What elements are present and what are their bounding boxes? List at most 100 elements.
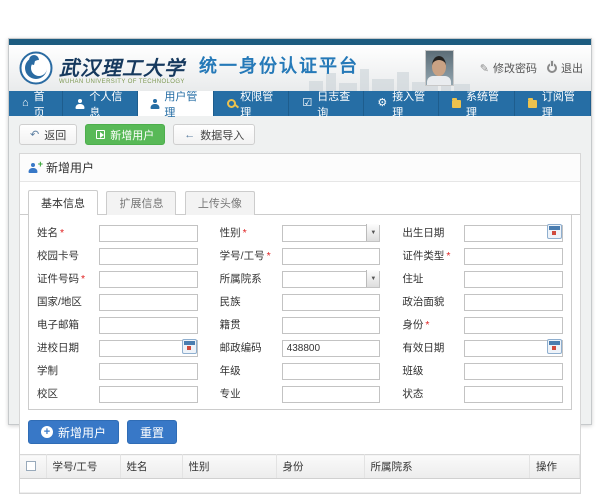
empty-table-row	[20, 479, 580, 493]
field-birth-date: 出生日期	[402, 223, 563, 242]
id-type-input[interactable]	[464, 248, 563, 265]
reset-label: 重置	[140, 424, 164, 441]
calendar-icon[interactable]	[547, 224, 562, 239]
field-label: 邮政编码	[220, 342, 262, 354]
header-titles: 武汉理工大学 WUHAN UNIVERSITY OF TECHNOLOGY 统一…	[59, 52, 359, 85]
field-label: 证件类型	[402, 250, 444, 262]
nav-tab-permission-management[interactable]: 权限管理	[214, 91, 290, 116]
undo-arrow-icon: ↶	[30, 128, 39, 141]
address-input[interactable]	[464, 271, 563, 288]
university-name-cn: 武汉理工大学	[59, 52, 185, 81]
field-label: 身份	[402, 319, 423, 331]
platform-title: 统一身份认证平台	[199, 52, 359, 78]
calendar-icon[interactable]	[182, 339, 197, 354]
required-mark: *	[267, 250, 271, 262]
field-email: 电子邮箱	[37, 315, 198, 334]
required-mark: *	[81, 273, 85, 285]
field-country: 国家/地区	[37, 292, 198, 311]
select-all-checkbox[interactable]	[26, 461, 36, 471]
nav-tab-access-management[interactable]: ⚙接入管理	[364, 91, 439, 116]
university-name-en: WUHAN UNIVERSITY OF TECHNOLOGY	[59, 79, 185, 85]
dropdown-arrow-icon[interactable]: ▼	[366, 224, 379, 241]
calendar-icon[interactable]	[547, 339, 562, 354]
education-length-input[interactable]	[99, 363, 198, 380]
add-user-toolbar-button[interactable]: 新增用户	[85, 124, 165, 145]
table-header-row: 学号/工号 姓名 性别 身份 所属院系 操作	[20, 455, 580, 479]
nav-tab-user-management[interactable]: 用户管理	[138, 91, 213, 116]
nav-tab-label: 订阅管理	[542, 88, 577, 120]
postal-code-input[interactable]	[282, 340, 381, 357]
header: 武汉理工大学 WUHAN UNIVERSITY OF TECHNOLOGY 统一…	[9, 45, 591, 91]
toolbar: ↶返回 新增用户 ←数据导入	[19, 124, 581, 145]
field-entry-date: 进校日期	[37, 338, 198, 357]
required-mark: *	[425, 319, 429, 331]
main-nav: ⌂首页 个人信息 用户管理 权限管理 ☑日志查询 ⚙接入管理 系统管理 订阅管理	[9, 91, 591, 116]
campus-card-input[interactable]	[99, 248, 198, 265]
nav-tab-subscription-management[interactable]: 订阅管理	[515, 91, 591, 116]
field-valid-date: 有效日期	[402, 338, 563, 357]
nav-tab-system-management[interactable]: 系统管理	[439, 91, 515, 116]
nav-tab-label: 系统管理	[466, 88, 501, 120]
dropdown-arrow-icon[interactable]: ▼	[366, 270, 379, 287]
person-icon	[151, 99, 159, 109]
nav-tab-log-query[interactable]: ☑日志查询	[289, 91, 364, 116]
field-identity: 身份*	[402, 315, 563, 334]
class-input[interactable]	[464, 363, 563, 380]
tab-basic-info[interactable]: 基本信息	[28, 190, 98, 215]
users-table: 学号/工号 姓名 性别 身份 所属院系 操作	[20, 454, 580, 493]
tab-extended-info[interactable]: 扩展信息	[106, 191, 176, 215]
field-label: 进校日期	[37, 342, 79, 354]
submit-add-user-button[interactable]: +新增用户	[28, 420, 119, 444]
political-status-input[interactable]	[464, 294, 563, 311]
required-mark: *	[446, 250, 450, 262]
field-major: 专业	[220, 384, 381, 403]
change-password-label: 修改密码	[493, 60, 537, 76]
ethnicity-input[interactable]	[282, 294, 381, 311]
folder-icon	[452, 100, 461, 108]
campus-input[interactable]	[99, 386, 198, 403]
status-input[interactable]	[464, 386, 563, 403]
user-avatar[interactable]	[425, 50, 454, 86]
nav-tab-home[interactable]: ⌂首页	[9, 91, 63, 116]
field-label: 民族	[220, 296, 241, 308]
nav-tab-label: 接入管理	[392, 88, 425, 120]
required-mark: *	[243, 227, 247, 239]
field-gender: 性别*▼	[220, 223, 381, 242]
back-button[interactable]: ↶返回	[19, 124, 77, 145]
email-input[interactable]	[99, 317, 198, 334]
panel-tabs: 基本信息 扩展信息 上传头像	[20, 182, 580, 215]
country-input[interactable]	[99, 294, 198, 311]
field-label: 学制	[37, 365, 58, 377]
reset-button[interactable]: 重置	[127, 420, 177, 444]
field-postal-code: 邮政编码	[220, 338, 381, 357]
left-arrow-icon: ←	[184, 129, 195, 141]
logout-link[interactable]: 退出	[547, 60, 583, 76]
tab-upload-avatar[interactable]: 上传头像	[185, 191, 255, 215]
identity-input[interactable]	[464, 317, 563, 334]
gear-icon: ⚙	[377, 98, 387, 109]
major-input[interactable]	[282, 386, 381, 403]
native-place-input[interactable]	[282, 317, 381, 334]
nav-tab-personal-info[interactable]: 个人信息	[63, 91, 138, 116]
col-department: 所属院系	[364, 455, 530, 479]
field-class: 班级	[402, 361, 563, 380]
change-password-link[interactable]: ✎ 修改密码	[480, 60, 537, 76]
field-label: 校区	[37, 388, 58, 400]
field-label: 状态	[402, 388, 423, 400]
nav-tab-label: 用户管理	[164, 88, 199, 120]
field-education-length: 学制	[37, 361, 198, 380]
field-label: 住址	[402, 273, 423, 285]
col-name: 姓名	[120, 455, 182, 479]
nav-tab-label: 日志查询	[317, 88, 350, 120]
id-number-input[interactable]	[99, 271, 198, 288]
logout-label: 退出	[561, 60, 583, 76]
name-input[interactable]	[99, 225, 198, 242]
grade-input[interactable]	[282, 363, 381, 380]
new-user-icon	[96, 130, 105, 139]
data-import-button[interactable]: ←数据导入	[173, 124, 255, 145]
field-student-id: 学号/工号*	[220, 246, 381, 265]
col-gender: 性别	[182, 455, 276, 479]
home-icon: ⌂	[22, 98, 29, 109]
student-id-input[interactable]	[282, 248, 381, 265]
col-operations: 操作	[530, 455, 580, 479]
